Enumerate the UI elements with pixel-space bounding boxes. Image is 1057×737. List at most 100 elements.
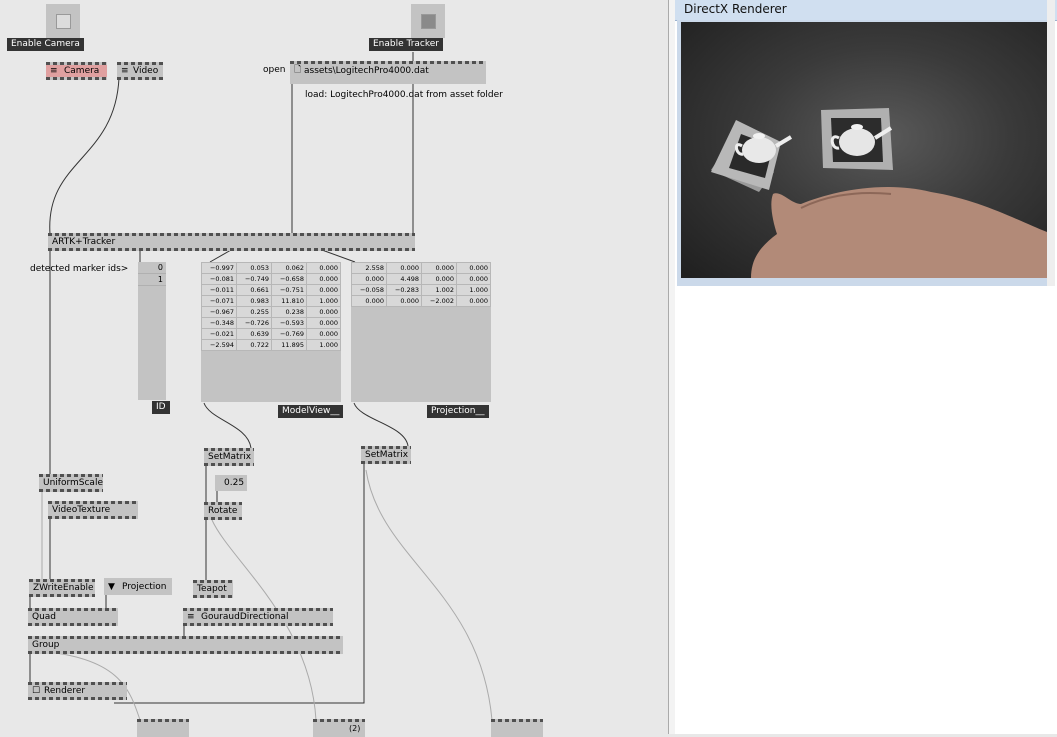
bottom-node-1[interactable] — [137, 719, 189, 737]
directx-renderer-window[interactable]: DirectX Renderer — [675, 0, 1057, 734]
modelview-cell[interactable]: −0.997 — [200, 262, 238, 274]
projection-cell[interactable]: 0.000 — [421, 273, 458, 285]
uniformscale-node[interactable]: UniformScale — [39, 474, 103, 492]
modelview-cell[interactable]: 11.895 — [271, 339, 308, 351]
setmatrix-node-2[interactable]: SetMatrix — [361, 446, 411, 464]
render-viewport[interactable] — [681, 22, 1047, 278]
modelview-cell[interactable]: 0.983 — [236, 295, 273, 307]
rotate-node[interactable]: Rotate — [204, 502, 242, 520]
file-path-node[interactable]: 🗋 assets\LogitechPro4000.dat — [290, 61, 486, 84]
modelview-cell[interactable]: −2.594 — [200, 339, 238, 351]
renderer-node[interactable]: ☐ Renderer — [28, 682, 127, 700]
modelview-row: −0.011 0.661 −0.751 0.000 — [200, 284, 341, 296]
projection-matrix[interactable]: 2.558 0.000 0.000 0.000 0.000 4.498 0.000 0.000… — [350, 262, 491, 402]
modelview-cell[interactable]: −0.967 — [200, 306, 238, 318]
projection-cell[interactable]: 0.000 — [456, 273, 491, 285]
modelview-matrix[interactable]: −0.997 0.053 0.062 0.000 −0.081 −0.749 −0.658 0… — [200, 262, 341, 402]
modelview-cell[interactable]: 0.000 — [306, 262, 341, 274]
teapot-node[interactable]: Teapot — [193, 580, 233, 598]
modelview-cell[interactable]: 0.639 — [236, 328, 273, 340]
video-node[interactable]: ≡ Video — [117, 62, 163, 80]
window-title: DirectX Renderer — [684, 2, 787, 16]
projection-row: 0.000 4.498 0.000 0.000 — [350, 273, 491, 285]
modelview-cell[interactable]: −0.658 — [271, 273, 308, 285]
projection-cell[interactable]: −0.283 — [386, 284, 423, 296]
modelview-cell[interactable]: −0.021 — [200, 328, 238, 340]
zwriteenable-node[interactable]: ZWriteEnable — [29, 579, 95, 597]
renderer-label: Renderer — [44, 686, 86, 696]
projection-cell[interactable]: 0.000 — [456, 295, 491, 307]
projection-enum[interactable]: ▼ Projection — [104, 578, 172, 595]
modelview-cell[interactable]: −0.749 — [236, 273, 273, 285]
modelview-cell[interactable]: 0.255 — [236, 306, 273, 318]
modelview-cell[interactable]: −0.769 — [271, 328, 308, 340]
setmatrix-label-1: SetMatrix — [208, 452, 252, 462]
modelview-cell[interactable]: 1.000 — [306, 339, 341, 351]
quad-node[interactable]: Quad — [28, 608, 118, 626]
modelview-cell[interactable]: 0.000 — [306, 284, 341, 296]
enable-camera-toggle[interactable] — [46, 4, 80, 38]
projection-cell[interactable]: 1.002 — [421, 284, 458, 296]
projection-cell[interactable]: 0.000 — [456, 262, 491, 274]
projection-cell[interactable]: 0.000 — [386, 295, 423, 307]
id-label: ID — [152, 401, 170, 414]
modelview-cell[interactable]: 0.062 — [271, 262, 308, 274]
modelview-cell[interactable]: 0.661 — [236, 284, 273, 296]
videotexture-node[interactable]: VideoTexture — [48, 501, 138, 519]
modelview-cell[interactable]: −0.071 — [200, 295, 238, 307]
teapot-2 — [839, 128, 875, 156]
value-iobox[interactable]: 0.25 — [215, 475, 247, 491]
projection-cell[interactable]: 2.558 — [350, 262, 388, 274]
group-node[interactable]: Group — [28, 636, 343, 654]
modelview-cell[interactable]: −0.011 — [200, 284, 238, 296]
enable-tracker-toggle[interactable] — [411, 4, 445, 38]
marker-id-1: 1 — [138, 274, 166, 286]
file-icon: 🗋 — [294, 65, 302, 75]
modelview-row: −0.081 −0.749 −0.658 0.000 — [200, 273, 341, 285]
modelview-cell[interactable]: 0.000 — [306, 273, 341, 285]
modelview-cell[interactable]: 0.000 — [306, 306, 341, 318]
projection-cell[interactable]: 4.498 — [386, 273, 423, 285]
bottom-node-3[interactable] — [491, 719, 543, 737]
modelview-cell[interactable]: −0.593 — [271, 317, 308, 329]
projection-enum-label: Projection — [122, 582, 167, 592]
projection-cell[interactable]: 0.000 — [386, 262, 423, 274]
modelview-cell[interactable]: −0.348 — [200, 317, 238, 329]
bottom-node-2-label: (2) — [349, 724, 361, 733]
modelview-cell[interactable]: 0.722 — [236, 339, 273, 351]
setmatrix-node-1[interactable]: SetMatrix — [204, 448, 254, 466]
projection-cell[interactable]: 0.000 — [350, 273, 388, 285]
modelview-cell[interactable]: −0.751 — [271, 284, 308, 296]
projection-cell[interactable]: 1.000 — [456, 284, 491, 296]
modelview-cell[interactable]: 0.000 — [306, 317, 341, 329]
gouraud-node[interactable]: ≡ GouraudDirectional — [183, 608, 333, 626]
uniformscale-label: UniformScale — [43, 478, 103, 488]
value-iobox-label: 0.25 — [224, 478, 245, 488]
zwriteenable-label: ZWriteEnable — [33, 583, 94, 593]
modelview-cell[interactable]: −0.726 — [236, 317, 273, 329]
modelview-cell[interactable]: 0.000 — [306, 328, 341, 340]
patch-editor[interactable]: Enable Camera Enable Tracker ≡ Camera ≡ … — [0, 0, 668, 737]
modelview-cell[interactable]: −0.081 — [200, 273, 238, 285]
rotate-label: Rotate — [208, 506, 238, 516]
artk-tracker-node[interactable]: ARTK+Tracker — [48, 233, 415, 251]
marker-id-spread[interactable]: 0 1 — [138, 262, 166, 400]
camera-node[interactable]: ≡ Camera — [46, 62, 107, 80]
modelview-cell[interactable]: 11.810 — [271, 295, 308, 307]
window-scrollbar[interactable] — [1047, 0, 1055, 286]
projection-cell[interactable]: −2.002 — [421, 295, 458, 307]
modelview-cell[interactable]: 0.238 — [271, 306, 308, 318]
modelview-cell[interactable]: 0.053 — [236, 262, 273, 274]
projection-cell[interactable]: 0.000 — [421, 262, 458, 274]
modelview-row: −0.348 −0.726 −0.593 0.000 — [200, 317, 341, 329]
bottom-node-2[interactable]: (2) — [313, 719, 365, 737]
modelview-cell[interactable]: 1.000 — [306, 295, 341, 307]
projection-cell[interactable]: 0.000 — [350, 295, 388, 307]
detected-marker-label: detected marker ids> — [30, 264, 129, 274]
load-comment: load: LogitechPro4000.dat from asset fol… — [305, 90, 503, 100]
window-titlebar[interactable]: DirectX Renderer — [675, 0, 1057, 21]
hand — [751, 187, 1047, 278]
quad-label: Quad — [32, 612, 57, 622]
projection-cell[interactable]: −0.058 — [350, 284, 388, 296]
menu-icon: ≡ — [187, 612, 195, 622]
